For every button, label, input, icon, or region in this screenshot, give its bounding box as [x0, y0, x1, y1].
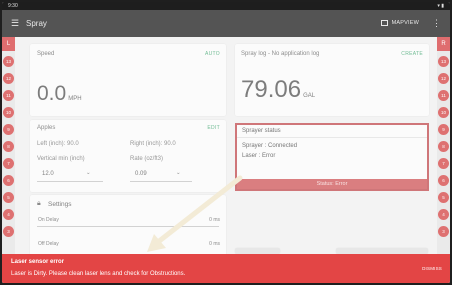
- app-frame: 9:30 ▾ ▮ ☰ Spray MAPVIEW ⋮ L 13 12 11 10…: [2, 2, 450, 283]
- status-error-bar: Status: Error: [237, 179, 427, 189]
- on-delay-label: On Delay: [38, 217, 59, 223]
- left-rail-header: L: [2, 37, 15, 51]
- apples-label: Apples: [37, 125, 56, 131]
- gallons-unit: GAL: [303, 93, 316, 99]
- right-distance: Right (inch): 90.0: [130, 141, 176, 147]
- vertical-min-label: Vertical min (inch): [37, 156, 85, 162]
- right-nozzle-11[interactable]: 11: [438, 90, 449, 101]
- sprayer-connection: Sprayer : Connected: [242, 143, 298, 149]
- wifi-icon: ▾ ▮: [437, 3, 444, 9]
- settings-title: Settings: [48, 201, 72, 208]
- apples-edit-button[interactable]: EDIT: [207, 125, 220, 131]
- rate-dropdown-icon[interactable]: ⌄: [176, 170, 181, 176]
- left-nozzle-8[interactable]: 8: [3, 141, 14, 152]
- mapview-button[interactable]: MAPVIEW: [380, 20, 419, 26]
- snackbar-message: Laser is Dirty. Please clean laser lens …: [11, 271, 186, 277]
- more-options-icon[interactable]: ⋮: [432, 18, 441, 29]
- status-title-divider: [237, 137, 427, 138]
- error-snackbar: Laser sensor error Laser is Dirty. Pleas…: [2, 254, 450, 283]
- page-title: Spray: [26, 19, 47, 28]
- left-nozzle-12[interactable]: 12: [3, 73, 14, 84]
- mapview-label: MAPVIEW: [391, 20, 419, 26]
- speed-label: Speed: [37, 51, 55, 57]
- left-nozzle-7[interactable]: 7: [3, 158, 14, 169]
- left-nozzle-13[interactable]: 13: [3, 56, 14, 67]
- off-delay-label: Off Delay: [38, 241, 59, 247]
- right-nozzle-4[interactable]: 4: [438, 209, 449, 220]
- right-nozzle-13[interactable]: 13: [438, 56, 449, 67]
- right-nozzle-3[interactable]: 3: [438, 226, 449, 237]
- speed-value: 0.0: [37, 82, 67, 105]
- sprayer-status-title: Sprayer status: [242, 128, 281, 134]
- right-nozzle-6[interactable]: 6: [438, 175, 449, 186]
- map-icon: [380, 20, 388, 26]
- left-nozzle-9[interactable]: 9: [3, 124, 14, 135]
- left-distance: Left (inch): 90.0: [37, 141, 79, 147]
- snackbar-title: Laser sensor error: [11, 259, 65, 265]
- menu-icon[interactable]: ☰: [11, 18, 19, 29]
- left-nozzle-6[interactable]: 6: [3, 175, 14, 186]
- right-nozzle-rail: R 13 12 11 10 9 8 7 6 5 4 3: [437, 37, 450, 283]
- on-delay-divider: [37, 226, 219, 227]
- speed-card: Speed AUTO 0.0 MPH: [30, 44, 226, 116]
- vertical-min-value[interactable]: 12.0: [42, 171, 54, 177]
- right-nozzle-8[interactable]: 8: [438, 141, 449, 152]
- spray-log-card: Spray log - No application log CREATE 79…: [235, 44, 429, 116]
- lock-icon: 🔒︎: [37, 200, 41, 207]
- system-status-bar: 9:30 ▾ ▮: [2, 2, 450, 10]
- app-bar: ☰ Spray MAPVIEW ⋮: [2, 10, 450, 37]
- right-nozzle-5[interactable]: 5: [438, 192, 449, 203]
- create-log-button[interactable]: CREATE: [401, 51, 423, 57]
- left-nozzle-5[interactable]: 5: [3, 192, 14, 203]
- speed-unit: MPH: [68, 96, 82, 102]
- on-delay-value[interactable]: 0 ms: [209, 217, 220, 223]
- right-nozzle-10[interactable]: 10: [438, 107, 449, 118]
- right-nozzle-7[interactable]: 7: [438, 158, 449, 169]
- right-rail-header: R: [437, 37, 450, 51]
- rate-underline: [130, 181, 192, 182]
- speed-readout: 0.0 MPH: [37, 82, 82, 106]
- gallons-readout: 79.06 GAL: [241, 76, 315, 104]
- right-nozzle-9[interactable]: 9: [438, 124, 449, 135]
- spray-log-label: Spray log - No application log: [241, 51, 320, 57]
- status-time: 9:30: [8, 3, 18, 9]
- rate-label: Rate (oz/ft3): [130, 156, 164, 162]
- vertical-min-dropdown-icon[interactable]: ⌄: [86, 170, 91, 176]
- left-nozzle-10[interactable]: 10: [3, 107, 14, 118]
- gallons-value: 79.06: [241, 76, 302, 103]
- off-delay-value[interactable]: 0 ms: [209, 241, 220, 247]
- apples-card: Apples EDIT Left (inch): 90.0 Right (inc…: [30, 120, 226, 192]
- left-nozzle-4[interactable]: 4: [3, 209, 14, 220]
- rate-value[interactable]: 0.09: [135, 171, 147, 177]
- dismiss-button[interactable]: DISMISS: [422, 266, 442, 271]
- vertical-min-underline: [37, 181, 103, 182]
- right-nozzle-12[interactable]: 12: [438, 73, 449, 84]
- sprayer-status-card: Sprayer status Sprayer : Connected Laser…: [235, 123, 429, 191]
- left-nozzle-11[interactable]: 11: [3, 90, 14, 101]
- left-nozzle-rail: L 13 12 11 10 9 8 7 6 5 4 3: [2, 37, 15, 283]
- speed-auto-button[interactable]: AUTO: [205, 51, 220, 57]
- left-nozzle-3[interactable]: 3: [3, 226, 14, 237]
- laser-status: Laser : Error: [242, 153, 276, 159]
